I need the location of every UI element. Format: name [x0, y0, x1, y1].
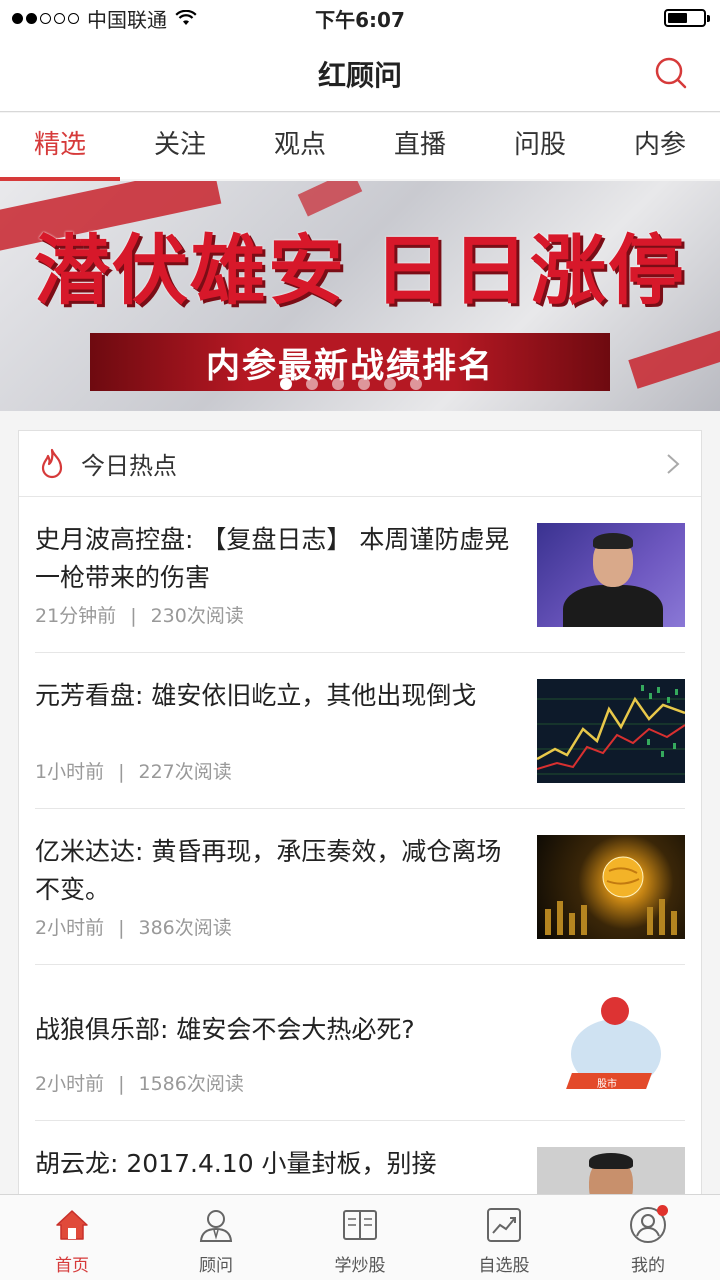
article-time: 1小时前	[35, 761, 105, 783]
category-tabs: 精选 关注 观点 直播 问股 内参	[0, 113, 720, 181]
hot-topics-title: 今日热点	[81, 452, 177, 480]
page-dot	[410, 378, 422, 390]
bottom-tab-bar: 首页 顾问 学炒股 自选股 我的	[0, 1194, 720, 1280]
article-title: 亿米达达: 黄昏再现，承压奏效，减仓离场不变。	[35, 837, 502, 904]
tabbar-label: 学炒股	[334, 1256, 386, 1276]
article-thumbnail	[537, 679, 685, 783]
fire-icon	[41, 448, 63, 478]
promo-banner[interactable]: 潜伏雄安 日日涨停 内参最新战绩排名	[0, 181, 720, 411]
tab-opinions[interactable]: 观点	[240, 113, 360, 179]
article-time: 2小时前	[35, 1073, 105, 1095]
article-meta: 1小时前 | 227次阅读	[35, 761, 232, 783]
article-time: 2小时前	[35, 917, 105, 939]
status-bar: 中国联通 下午6:07	[0, 0, 720, 36]
nav-bar: 红顾问	[0, 36, 720, 112]
signal-strength-icon	[12, 12, 79, 24]
page-dot	[280, 378, 292, 390]
notification-badge	[657, 1205, 668, 1216]
article-title: 战狼俱乐部: 雄安会不会大热必死?	[35, 1015, 415, 1044]
battery-icon	[664, 9, 710, 27]
article-reads: 227次阅读	[138, 761, 232, 783]
page-dot	[358, 378, 370, 390]
tabbar-label: 我的	[631, 1256, 665, 1276]
article-reads: 386次阅读	[138, 917, 232, 939]
tabbar-item-home[interactable]: 首页	[0, 1195, 144, 1280]
carrier-name: 中国联通	[87, 7, 167, 32]
tab-insider[interactable]: 内参	[600, 113, 720, 179]
search-icon[interactable]	[652, 54, 692, 94]
cartoon-label: 股市	[597, 1079, 617, 1090]
banner-page-indicator	[280, 378, 422, 390]
banner-headline: 潜伏雄安 日日涨停	[0, 209, 720, 319]
article-meta: 2小时前 | 386次阅读	[35, 917, 232, 939]
article-thumbnail	[537, 835, 685, 939]
article-item[interactable]: 亿米达达: 黄昏再现，承压奏效，减仓离场不变。 2小时前 | 386次阅读	[35, 809, 685, 965]
article-title: 胡云龙: 2017.4.10 小量封板，别接	[35, 1149, 437, 1178]
tab-featured[interactable]: 精选	[0, 113, 120, 181]
tabbar-label: 顾问	[199, 1256, 233, 1276]
article-reads: 230次阅读	[150, 605, 244, 627]
wifi-icon	[175, 10, 197, 25]
home-icon	[56, 1210, 88, 1240]
banner-headline-right: 日日涨停	[374, 226, 686, 315]
tab-ask-stock[interactable]: 问股	[480, 113, 600, 179]
article-thumbnail: 股市	[537, 991, 685, 1095]
stock-trend-icon	[487, 1208, 521, 1242]
tabbar-item-watchlist[interactable]: 自选股	[432, 1195, 576, 1280]
advisor-icon	[199, 1210, 233, 1242]
article-reads: 1586次阅读	[138, 1073, 244, 1095]
article-item[interactable]: 史月波高控盘: 【复盘日志】 本周谨防虚晃一枪带来的伤害 21分钟前 | 230次阅…	[35, 497, 685, 653]
tabbar-item-profile[interactable]: 我的	[576, 1195, 720, 1280]
article-item[interactable]: 元芳看盘: 雄安依旧屹立，其他出现倒戈 1小时前 | 227次阅读	[35, 653, 685, 809]
chevron-right-icon[interactable]	[665, 453, 681, 475]
article-time: 21分钟前	[35, 605, 117, 627]
book-icon	[343, 1210, 377, 1240]
tabbar-item-learn[interactable]: 学炒股	[288, 1195, 432, 1280]
page-dot	[384, 378, 396, 390]
tabbar-label: 首页	[55, 1256, 89, 1276]
article-meta: 21分钟前 | 230次阅读	[35, 605, 244, 627]
page-dot	[306, 378, 318, 390]
hot-topics-section: 今日热点 史月波高控盘: 【复盘日志】 本周谨防虚晃一枪带来的伤害 21分钟前 |…	[18, 430, 702, 1251]
tabbar-label: 自选股	[478, 1256, 530, 1276]
page-title: 红顾问	[317, 58, 402, 92]
page-dot	[332, 378, 344, 390]
hot-topics-header[interactable]: 今日热点	[19, 431, 701, 497]
article-meta: 2小时前 | 1586次阅读	[35, 1073, 244, 1095]
tabbar-item-advisor[interactable]: 顾问	[144, 1195, 288, 1280]
tab-following[interactable]: 关注	[120, 113, 240, 179]
article-thumbnail	[537, 523, 685, 627]
article-item[interactable]: 战狼俱乐部: 雄安会不会大热必死? 2小时前 | 1586次阅读 股市	[35, 965, 685, 1121]
article-title: 史月波高控盘: 【复盘日志】 本周谨防虚晃一枪带来的伤害	[35, 525, 510, 592]
article-title: 元芳看盘: 雄安依旧屹立，其他出现倒戈	[35, 681, 477, 710]
tab-live[interactable]: 直播	[360, 113, 480, 179]
banner-headline-left: 潜伏雄安	[34, 226, 346, 315]
